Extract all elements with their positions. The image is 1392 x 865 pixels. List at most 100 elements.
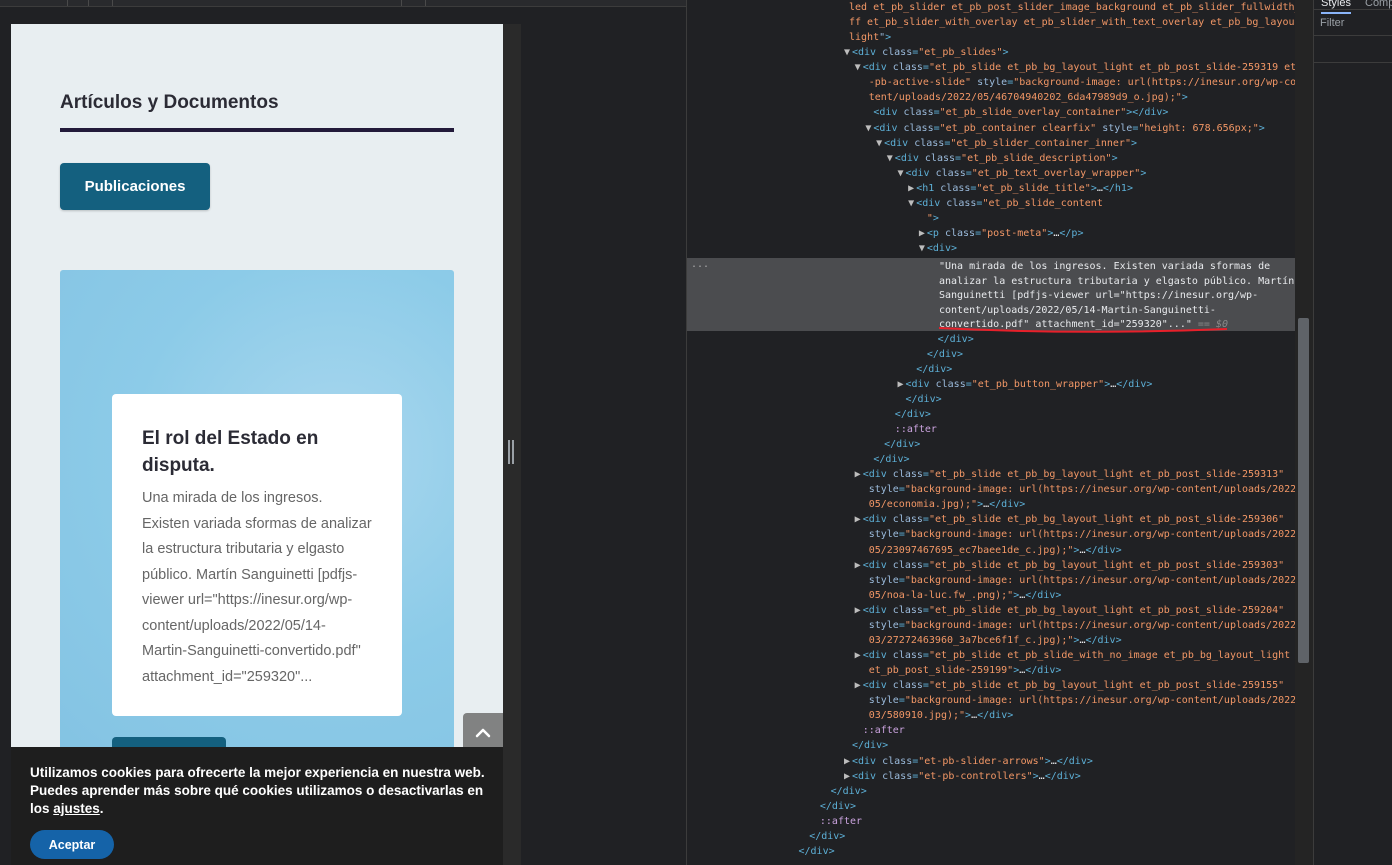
dom-node-line[interactable]: 05/noa-la-luc.fw_.png);">…</div> [853, 588, 1062, 603]
dom-node-line[interactable]: ▶ <div class="et_pb_button_wrapper">…</di… [896, 377, 1152, 392]
expand-toggle-icon[interactable]: ▼ [885, 151, 895, 166]
elements-scroll-thumb[interactable] [1298, 318, 1309, 663]
dom-node-line[interactable]: </div> [906, 362, 952, 377]
token: </div> [1056, 755, 1093, 767]
dom-node-line[interactable]: </div> [885, 407, 931, 422]
expand-toggle-icon[interactable]: ▶ [906, 181, 916, 196]
dom-node-line[interactable]: ▶ <h1 class="et_pb_slide_title">…</h1> [906, 181, 1133, 196]
dom-node-line[interactable]: </div> [799, 829, 845, 844]
expand-toggle-icon[interactable]: ▶ [853, 648, 863, 663]
dom-node-line[interactable]: style="background-image: url(https://ine… [853, 618, 1295, 633]
token: "et_pb_slide et_pb_bg_layout_light et_pb… [928, 469, 1285, 481]
expand-toggle-icon[interactable]: ▼ [863, 121, 873, 136]
expand-toggle-icon[interactable]: ▼ [896, 166, 906, 181]
dom-node-line[interactable]: style="background-image: url(https://ine… [853, 527, 1295, 542]
dom-node-line[interactable]: </div> [842, 738, 888, 753]
token: class [892, 650, 923, 661]
expand-toggle-icon[interactable]: ▶ [853, 512, 863, 527]
tab-computed[interactable]: Comp [1365, 0, 1392, 12]
dom-node-line[interactable]: ▼ <div class="et_pb_text_overlay_wrapper"… [896, 166, 1146, 181]
token: <div [862, 559, 893, 571]
dom-node-line[interactable]: <div class="et_pb_slide_overlay_containe… [863, 105, 1168, 120]
dom-node-line[interactable]: ▶ <div class="et-pb-slider-arrows">…</div… [842, 754, 1093, 769]
dom-node-line[interactable]: 05/economia.jpg);">…</div> [853, 497, 1026, 512]
dom-node-line[interactable]: 05/23097467695_ec7baee1de_c.jpg);">…</di… [853, 543, 1122, 558]
dom-node-line[interactable]: ::after [810, 814, 862, 829]
cookie-banner: Utilizamos cookies para ofrecerte la mej… [11, 747, 503, 865]
token: "background-image: url(https://inesur.or… [904, 484, 1295, 496]
dom-node-line[interactable]: ▶ <div class="et_pb_slide et_pb_bg_layout… [853, 467, 1284, 482]
dom-node-line[interactable]: -pb-active-slide" style="background-imag… [853, 75, 1295, 90]
dom-node-line[interactable]: </div> [863, 452, 909, 467]
dom-node-line[interactable]: tent/uploads/2022/05/46704940202_6da4798… [853, 90, 1188, 105]
dom-node-line[interactable]: ▶ <div class="et_pb_slide et_pb_bg_layout… [853, 678, 1284, 693]
dom-node-line[interactable]: ▼ <div class="et_pb_container clearfix" s… [863, 121, 1264, 136]
styles-filter-input[interactable]: Filter [1320, 17, 1344, 29]
dom-node-line[interactable]: ff et_pb_slider_with_overlay et_pb_slide… [839, 15, 1295, 30]
dom-node-line[interactable]: ▶ <div class="et_pb_slide et_pb_slide_wit… [853, 648, 1291, 663]
expand-toggle-icon[interactable]: ▶ [896, 377, 906, 392]
dom-node-line[interactable]: 03/27272463960_3a7bce6f1f_c.jpg);">…</di… [853, 633, 1122, 648]
excerpt-line: público. Martín Sanguinetti [pdfjs- [142, 566, 358, 583]
dom-node-line[interactable]: ▶ <div class="et_pb_slide et_pb_bg_layout… [853, 558, 1284, 573]
dom-node-line[interactable]: 03/580910.jpg);">…</div> [853, 708, 1014, 723]
token: class [944, 228, 976, 240]
node-actions-ellipsis[interactable]: ... [691, 259, 709, 270]
dom-node-line[interactable]: ▼ <div class="et_pb_slide_description"> [885, 151, 1118, 166]
dom-node-line[interactable]: ▼ <div class="et_pb_slider_container_inne… [874, 136, 1137, 151]
dom-node-line[interactable]: ▶ <p class="post-meta">…</p> [917, 226, 1084, 241]
dom-node-line[interactable]: style="background-image: url(https://ine… [853, 693, 1295, 708]
token: "et_pb_slide_title" [976, 182, 1091, 194]
dom-node-line[interactable]: light"> [839, 30, 891, 45]
accept-cookies-button[interactable]: Aceptar [30, 830, 114, 859]
cookie-settings-link[interactable]: ajustes [53, 801, 100, 816]
dom-node-line[interactable]: ::after [853, 723, 905, 738]
expand-toggle-icon[interactable]: ▶ [853, 467, 863, 482]
token: <div [862, 680, 893, 692]
dom-node-line[interactable]: "> [917, 211, 939, 226]
expand-toggle-icon[interactable]: ▼ [853, 60, 863, 75]
dom-node-line[interactable]: </div> [789, 844, 835, 859]
dom-node-line[interactable]: ▼ <div class="et_pb_slide_content [906, 196, 1103, 211]
dom-node-line[interactable]: ▶ <div class="et-pb-controllers">…</div> [842, 769, 1081, 784]
expand-toggle-icon[interactable]: ▶ [853, 558, 863, 573]
dom-node-line[interactable]: ▼ <div class="et_pb_slides"> [842, 45, 1009, 60]
dom-node-line[interactable]: </div> [821, 784, 867, 799]
dom-node-line[interactable]: style="background-image: url(https://ine… [853, 482, 1295, 497]
token: ff et_pb_slider_with_overlay et_pb_slide… [849, 17, 1295, 29]
expand-toggle-icon[interactable]: ▶ [917, 226, 927, 241]
dom-node-line[interactable]: ▶ <div class="et_pb_slide et_pb_bg_layout… [853, 603, 1284, 618]
dom-node-line[interactable]: led et_pb_slider et_pb_post_slider_image… [839, 0, 1295, 15]
expand-toggle-icon[interactable]: ▶ [842, 769, 852, 784]
dom-node-line[interactable]: style="background-image: url(https://ine… [853, 573, 1295, 588]
dom-node-line[interactable]: </div> [896, 392, 942, 407]
device-resize-handle[interactable] [508, 440, 514, 464]
dom-node-line[interactable]: </div> [810, 799, 856, 814]
expand-toggle-icon[interactable]: ▶ [842, 754, 852, 769]
tab-styles[interactable]: Styles [1321, 0, 1351, 14]
token: <div [905, 378, 936, 390]
dom-node-line[interactable]: ▶ <div class="et_pb_slide et_pb_bg_layout… [853, 512, 1284, 527]
publicaciones-button[interactable]: Publicaciones [60, 163, 210, 210]
slide-title[interactable]: El rol del Estado en disputa. [142, 425, 382, 479]
dom-node-line[interactable]: </div> [874, 437, 920, 452]
expand-toggle-icon[interactable]: ▼ [874, 136, 884, 151]
dom-node-line[interactable]: et_pb_post_slide-259199">…</div> [853, 663, 1062, 678]
elements-tree[interactable]: ... led et_pb_slider et_pb_post_slider_i… [687, 0, 1295, 865]
expand-toggle-icon[interactable]: ▼ [917, 241, 927, 256]
dom-node-line[interactable]: ▼ <div> [917, 241, 957, 256]
expand-toggle-icon[interactable]: ▼ [906, 196, 916, 211]
token: tent/uploads/2022/05/46704940202_6da4798… [862, 92, 1182, 104]
expand-toggle-icon[interactable]: ▼ [842, 45, 852, 60]
dom-node-line[interactable]: ::after [885, 422, 937, 437]
expand-toggle-icon[interactable]: ▶ [853, 603, 863, 618]
token: "et-pb-slider-arrows" [918, 755, 1045, 767]
expand-toggle-icon[interactable]: ▶ [853, 678, 863, 693]
dom-node-line[interactable]: </div> [917, 347, 963, 362]
dom-node-line[interactable]: ▼ <div class="et_pb_slide et_pb_bg_layout… [853, 60, 1295, 75]
